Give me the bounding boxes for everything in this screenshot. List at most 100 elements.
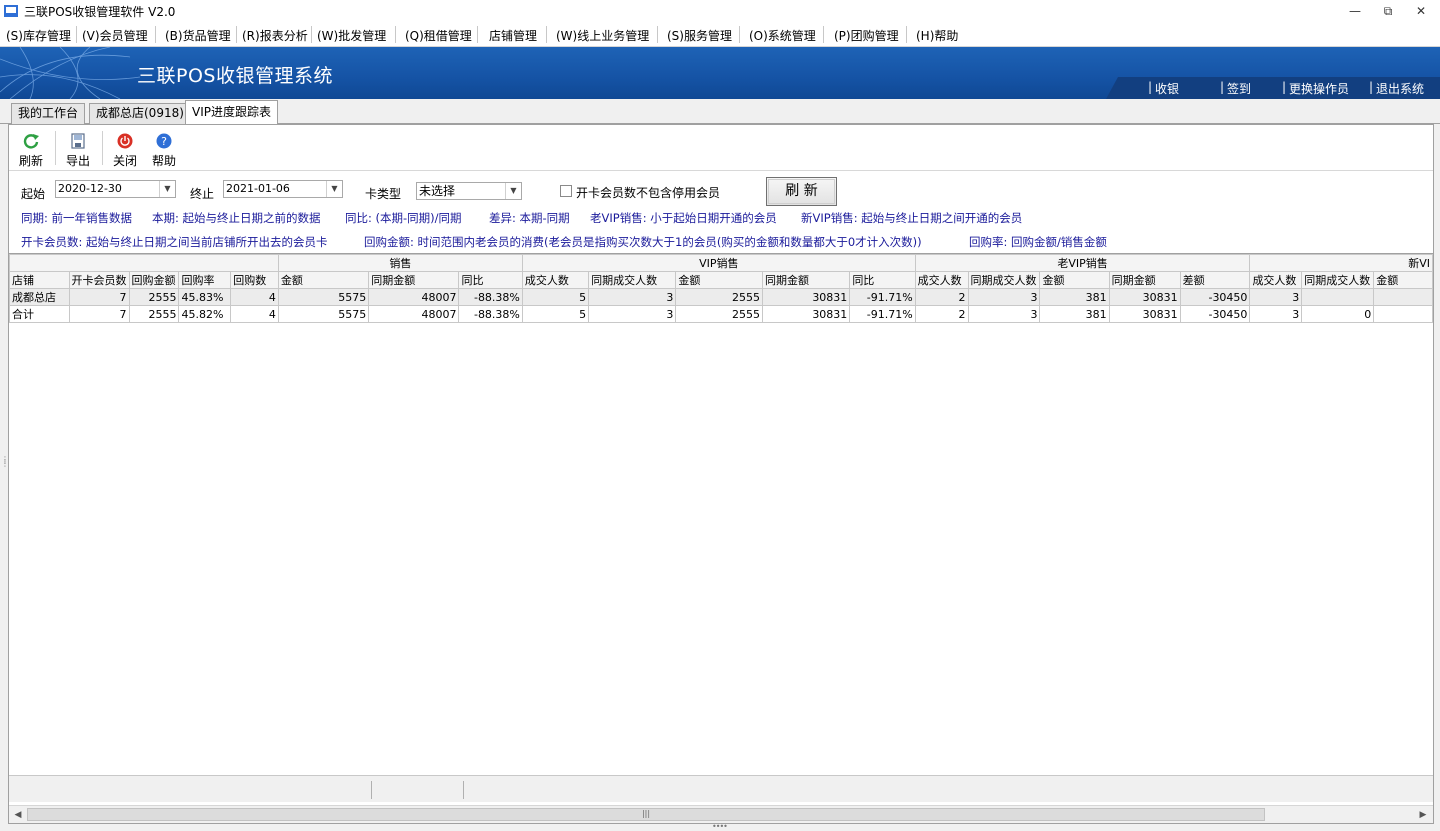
chevron-down-icon[interactable]: ▼: [505, 183, 521, 199]
table-cell[interactable]: 30831: [1108, 305, 1181, 323]
tab-store-chengdu[interactable]: 成都总店(0918): [89, 103, 191, 124]
table-cell[interactable]: 4: [230, 288, 279, 306]
menu-inventory[interactable]: (S)库存管理: [6, 27, 71, 44]
resize-grip-icon[interactable]: ••••: [712, 823, 730, 831]
table-cell[interactable]: -88.38%: [458, 305, 523, 323]
column-header[interactable]: 成交人数: [914, 271, 969, 289]
table-cell[interactable]: 2: [914, 288, 969, 306]
menu-help[interactable]: (H)帮助: [916, 27, 958, 44]
help-tool-button[interactable]: ? 帮助: [144, 130, 184, 168]
tab-workbench[interactable]: 我的工作台: [11, 103, 86, 124]
card-type-select[interactable]: 未选择 ▼: [416, 182, 522, 200]
start-date-picker[interactable]: 2020-12-30 ▼: [55, 180, 176, 198]
column-header[interactable]: 金额: [1373, 271, 1433, 289]
table-cell[interactable]: 3: [967, 288, 1041, 306]
column-header[interactable]: 同期金额: [762, 271, 851, 289]
horizontal-scrollbar[interactable]: ◀ ||| ▶: [9, 805, 1433, 823]
table-cell[interactable]: 7: [68, 305, 130, 323]
column-header[interactable]: 同比: [849, 271, 916, 289]
menu-system[interactable]: (O)系统管理: [749, 27, 816, 44]
close-tool-button[interactable]: 关闭: [105, 130, 145, 168]
tab-vip-tracking[interactable]: VIP进度跟踪表: [185, 100, 278, 125]
column-header[interactable]: 同期金额: [368, 271, 460, 289]
splitter-grip-icon[interactable]: ⋮ ⋮: [1, 456, 9, 474]
table-cell[interactable]: 2555: [128, 305, 180, 323]
menu-store[interactable]: 店铺管理: [489, 27, 537, 44]
table-cell[interactable]: 45.82%: [178, 305, 232, 323]
refresh-button[interactable]: 刷 新: [766, 177, 837, 206]
chevron-down-icon[interactable]: ▼: [326, 181, 342, 197]
table-cell[interactable]: 381: [1039, 288, 1110, 306]
column-header[interactable]: 成交人数: [521, 271, 590, 289]
column-header[interactable]: 店铺: [9, 271, 70, 289]
table-row[interactable]: 成都总店 7 2555 45.83% 4 5575 48007 -88.38% 5 3 2555 30…: [9, 288, 1433, 306]
chevron-down-icon[interactable]: ▼: [159, 181, 175, 197]
table-cell[interactable]: 5: [521, 288, 590, 306]
table-cell[interactable]: -30450: [1179, 305, 1251, 323]
column-header[interactable]: 同期成交人数: [967, 271, 1041, 289]
banner-link-switch-operator[interactable]: 更换操作员: [1289, 80, 1349, 97]
table-cell[interactable]: -30450: [1179, 288, 1251, 306]
restore-button[interactable]: ⧉: [1373, 1, 1403, 21]
scroll-thumb[interactable]: |||: [27, 808, 1265, 821]
table-cell[interactable]: -91.71%: [849, 288, 916, 306]
table-cell[interactable]: 5: [521, 305, 590, 323]
end-date-picker[interactable]: 2021-01-06 ▼: [223, 180, 343, 198]
menu-groupbuy[interactable]: (P)团购管理: [834, 27, 899, 44]
table-cell[interactable]: 3: [1249, 288, 1303, 306]
table-cell[interactable]: 0: [1301, 305, 1375, 323]
table-cell[interactable]: [1373, 305, 1433, 323]
table-cell[interactable]: 30831: [762, 305, 851, 323]
banner-link-cashier[interactable]: 收银: [1155, 80, 1179, 97]
table-cell[interactable]: 30831: [762, 288, 851, 306]
menu-member[interactable]: (V)会员管理: [82, 27, 148, 44]
table-cell[interactable]: 3: [588, 305, 677, 323]
column-header[interactable]: 同期成交人数: [1301, 271, 1375, 289]
export-tool-button[interactable]: 导出: [58, 130, 98, 168]
table-cell[interactable]: -91.71%: [849, 305, 916, 323]
table-cell[interactable]: 30831: [1108, 288, 1181, 306]
column-header[interactable]: 回购率: [178, 271, 232, 289]
table-cell[interactable]: 2555: [675, 288, 764, 306]
column-header[interactable]: 金额: [277, 271, 370, 289]
column-header[interactable]: 同比: [458, 271, 523, 289]
table-cell[interactable]: 48007: [368, 288, 460, 306]
banner-link-logout[interactable]: 退出系统: [1376, 80, 1424, 97]
column-header[interactable]: 回购数: [230, 271, 279, 289]
close-window-button[interactable]: ✕: [1406, 1, 1436, 21]
table-cell[interactable]: 2555: [128, 288, 180, 306]
scroll-left-icon[interactable]: ◀: [10, 808, 26, 822]
column-header[interactable]: 开卡会员数: [68, 271, 130, 289]
table-cell[interactable]: [1373, 288, 1433, 306]
table-row[interactable]: 合计 7 2555 45.82% 4 5575 48007 -88.38% 5 3 2555 3083…: [9, 305, 1433, 323]
menu-wholesale[interactable]: (W)批发管理: [317, 27, 386, 44]
table-cell[interactable]: 3: [1249, 305, 1303, 323]
column-header[interactable]: 回购金额: [128, 271, 180, 289]
column-header[interactable]: 差额: [1179, 271, 1251, 289]
column-header[interactable]: 金额: [675, 271, 764, 289]
column-header[interactable]: 同期金额: [1108, 271, 1181, 289]
table-cell[interactable]: [1301, 288, 1375, 306]
column-header[interactable]: 金额: [1039, 271, 1110, 289]
table-cell[interactable]: 3: [588, 288, 677, 306]
table-cell[interactable]: 45.83%: [178, 288, 232, 306]
table-cell[interactable]: 5575: [277, 288, 370, 306]
menu-rental[interactable]: (Q)租借管理: [405, 27, 472, 44]
column-header[interactable]: 成交人数: [1249, 271, 1303, 289]
banner-link-signin[interactable]: 签到: [1227, 80, 1251, 97]
table-cell[interactable]: 2555: [675, 305, 764, 323]
table-cell[interactable]: 48007: [368, 305, 460, 323]
menu-service[interactable]: (S)服务管理: [667, 27, 732, 44]
table-cell[interactable]: 4: [230, 305, 279, 323]
row-store-cell[interactable]: 成都总店: [9, 288, 70, 306]
table-cell[interactable]: 7: [68, 288, 130, 306]
menu-reports[interactable]: (R)报表分析: [242, 27, 308, 44]
refresh-tool-button[interactable]: 刷新: [11, 130, 51, 168]
data-grid[interactable]: 销售 VIP销售 老VIP销售 新VI 店铺 开卡会员数 回购金额 回购率 回购数 金额同…: [9, 253, 1433, 773]
menu-goods[interactable]: (B)货品管理: [165, 27, 231, 44]
menu-online[interactable]: (W)线上业务管理: [556, 27, 649, 44]
table-cell[interactable]: 381: [1039, 305, 1110, 323]
column-header[interactable]: 同期成交人数: [588, 271, 677, 289]
table-cell[interactable]: 2: [914, 305, 969, 323]
minimize-button[interactable]: —: [1340, 1, 1370, 21]
